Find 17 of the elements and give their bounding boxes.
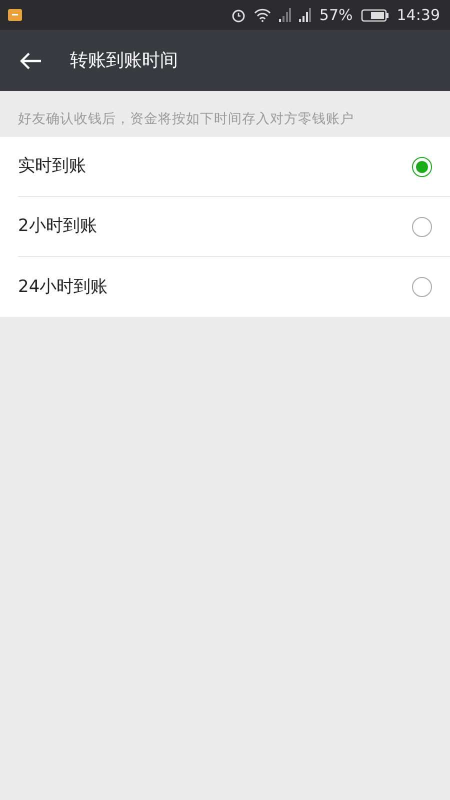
radio-button[interactable] <box>412 156 432 177</box>
wifi-icon <box>254 8 272 22</box>
alarm-icon <box>231 8 246 22</box>
option-row[interactable]: 2小时到账 <box>18 197 450 258</box>
signal-icon <box>299 8 312 22</box>
radio-button[interactable] <box>412 277 432 298</box>
page-title: 转账到账时间 <box>70 49 178 73</box>
option-row[interactable]: 24小时到账 <box>18 257 450 318</box>
clock-time: 14:39 <box>396 4 440 26</box>
battery-icon <box>360 8 389 22</box>
signal-icon <box>279 8 292 22</box>
battery-percentage: 57% <box>319 4 353 26</box>
radio-button[interactable] <box>412 216 432 237</box>
option-row[interactable]: 实时到账 <box>18 137 450 198</box>
hint-text: 好友确认收钱后，资金将按如下时间存入对方零钱账户 <box>17 110 355 129</box>
notification-icon <box>8 9 22 21</box>
back-arrow-icon <box>20 52 42 70</box>
